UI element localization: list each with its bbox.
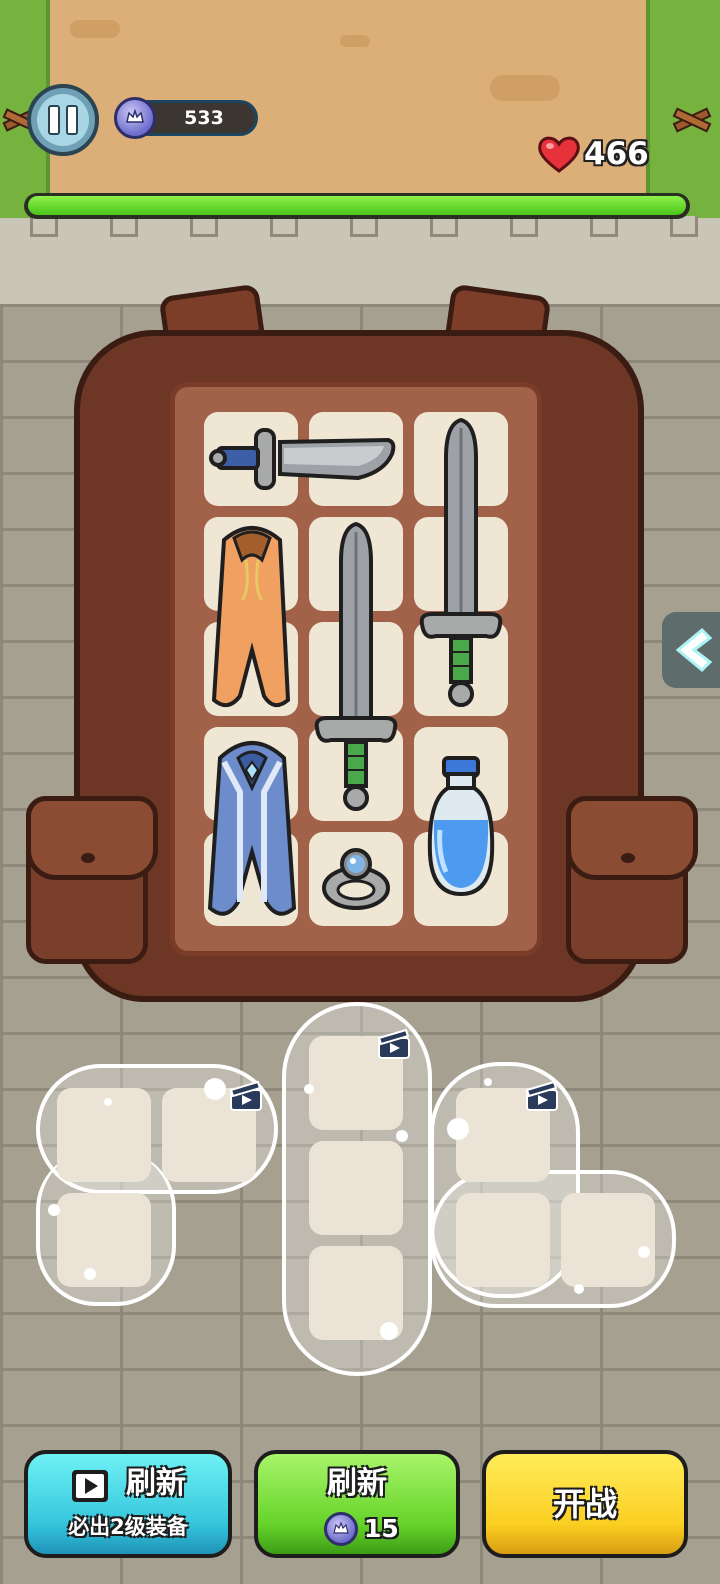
crown-gem-icon (324, 1512, 358, 1546)
long-sword-item-icon[interactable] (416, 418, 506, 714)
video-ad-icon (377, 1028, 410, 1059)
video-ad-icon (229, 1080, 262, 1111)
fence-right-icon (672, 107, 712, 133)
hp-value: 466 (584, 136, 649, 172)
video-ad-icon (525, 1080, 558, 1111)
piece-slot (309, 1141, 403, 1235)
battle-field (0, 0, 720, 225)
refresh-label: 刷新 (327, 1466, 387, 1501)
start-battle-label: 开战 (552, 1485, 617, 1523)
pause-icon (37, 94, 89, 146)
ad-refresh-button[interactable]: 刷新 必出2级装备 (24, 1450, 232, 1558)
ad-refresh-label: 刷新 (126, 1466, 186, 1501)
long-sword-item-icon[interactable] (311, 522, 401, 818)
silver-ring-item-icon[interactable] (316, 840, 396, 920)
side-panel-toggle[interactable] (662, 612, 720, 688)
piece-slot (456, 1193, 550, 1287)
backpack-pocket-right (566, 796, 698, 964)
refresh-cost: 15 (364, 1514, 399, 1543)
chevron-left-icon (675, 627, 713, 673)
piece-slot (561, 1193, 655, 1287)
pause-button[interactable] (27, 84, 99, 156)
blue-cloak-item-icon[interactable] (204, 732, 300, 924)
start-battle-button[interactable]: 开战 (482, 1450, 688, 1558)
video-play-icon (72, 1470, 108, 1502)
ad-refresh-sublabel: 必出2级装备 (68, 1515, 188, 1539)
piece-slot (57, 1193, 151, 1287)
refresh-button[interactable]: 刷新 15 (254, 1450, 460, 1558)
short-sword-item-icon[interactable] (208, 420, 400, 500)
blue-potion-item-icon[interactable] (424, 754, 498, 900)
hp-bar-fill (28, 196, 686, 215)
backpack-pocket-left (26, 796, 158, 964)
heart-icon (538, 136, 580, 173)
gem-count: 533 (184, 107, 224, 129)
orange-cloak-item-icon[interactable] (206, 520, 298, 716)
